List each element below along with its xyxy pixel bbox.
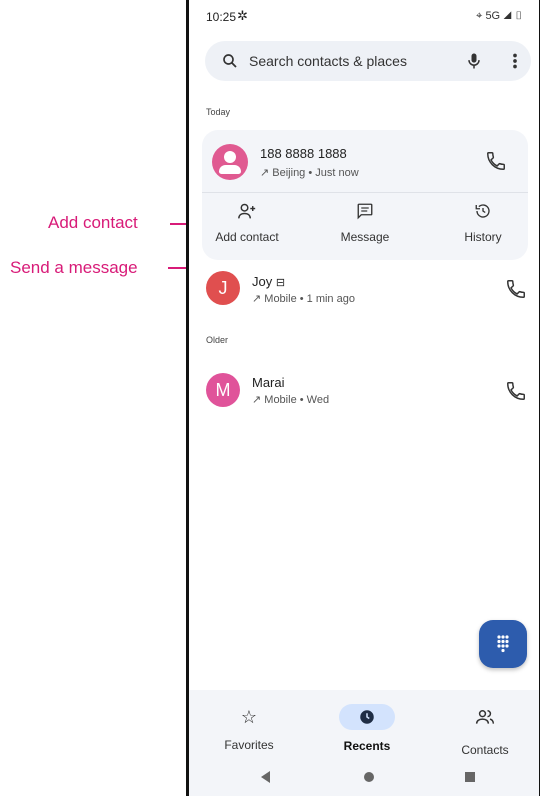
- history-button[interactable]: History: [438, 202, 528, 244]
- search-input[interactable]: Search contacts & places: [249, 53, 407, 69]
- contact-card-icon: ⊟: [275, 277, 286, 289]
- add-person-icon: [238, 203, 256, 219]
- status-time: 10:25: [206, 10, 237, 24]
- call-button-icon[interactable]: [485, 150, 507, 172]
- phone-screen: 10:25 ✲ ⌖ 5G ◢ ▯ Search contacts & place…: [186, 0, 540, 796]
- call-detail: ↗ Mobile • 1 min ago: [252, 293, 355, 305]
- call-number: 188 8888 1888: [260, 146, 347, 161]
- message-icon: [357, 203, 373, 220]
- nav-contacts[interactable]: Contacts: [435, 704, 535, 757]
- dialpad-button[interactable]: [479, 620, 527, 668]
- network-label: 5G: [485, 10, 501, 22]
- nav-favorites-label: Favorites: [224, 738, 274, 752]
- section-header-today: Today: [206, 107, 231, 117]
- star-icon: ☆: [240, 707, 258, 727]
- annotation-send-message: Send a message: [10, 258, 138, 277]
- call-detail: ↗ Beijing • Just now: [260, 167, 359, 179]
- call-row-joy[interactable]: J Joy ⊟ ↗ Mobile • 1 min ago: [189, 268, 539, 318]
- outgoing-call-icon: ↗: [260, 167, 270, 179]
- mic-icon[interactable]: [464, 50, 484, 72]
- card-divider: [202, 192, 528, 193]
- call-button-icon[interactable]: [505, 380, 527, 402]
- avatar: [212, 144, 248, 180]
- section-header-older: Older: [206, 335, 229, 345]
- more-options-icon[interactable]: [510, 50, 520, 72]
- call-button-icon[interactable]: [505, 278, 527, 300]
- gear-icon: ✲: [237, 8, 248, 23]
- location-icon: ⌖: [476, 10, 483, 22]
- message-label: Message: [340, 230, 390, 244]
- home-icon[interactable]: [363, 771, 375, 783]
- history-icon: [475, 204, 490, 218]
- expanded-call-card[interactable]: 188 8888 1888 ↗ Beijing • Just now Add c…: [202, 130, 528, 260]
- message-button[interactable]: Message: [320, 202, 410, 244]
- nav-recents[interactable]: Recents: [317, 704, 417, 753]
- contact-name: Marai: [252, 375, 285, 390]
- outgoing-call-icon: ↗: [252, 394, 262, 406]
- history-label: History: [464, 230, 502, 244]
- contacts-icon: [475, 710, 495, 724]
- recent-apps-icon[interactable]: [464, 771, 476, 783]
- call-row-marai[interactable]: M Marai ↗ Mobile • Wed: [189, 368, 539, 418]
- clock-icon: [360, 710, 374, 724]
- status-icons: ⌖ 5G ◢ ▯: [476, 10, 523, 23]
- call-detail: ↗ Mobile • Wed: [252, 394, 330, 406]
- search-icon: [223, 54, 237, 68]
- avatar: J: [206, 271, 240, 305]
- system-navigation: [189, 768, 539, 788]
- status-bar: 10:25 ✲ ⌖ 5G ◢ ▯: [189, 0, 539, 36]
- recents-pill: [339, 704, 395, 730]
- battery-icon: ▯: [514, 10, 523, 22]
- nav-contacts-label: Contacts: [461, 743, 509, 757]
- dialpad-icon: [497, 635, 509, 653]
- outgoing-call-icon: ↗: [252, 293, 262, 305]
- bottom-navigation: ☆ Favorites Recents Contacts: [189, 690, 539, 796]
- add-contact-button[interactable]: Add contact: [202, 202, 292, 244]
- avatar: M: [206, 373, 240, 407]
- signal-icon: ◢: [503, 10, 512, 22]
- nav-favorites[interactable]: ☆ Favorites: [199, 704, 299, 752]
- back-icon[interactable]: [259, 770, 273, 784]
- contact-name: Joy ⊟: [252, 274, 286, 289]
- nav-recents-label: Recents: [343, 739, 391, 753]
- search-bar[interactable]: Search contacts & places: [205, 41, 531, 81]
- annotation-add-contact: Add contact: [48, 213, 138, 232]
- add-contact-label: Add contact: [215, 230, 279, 244]
